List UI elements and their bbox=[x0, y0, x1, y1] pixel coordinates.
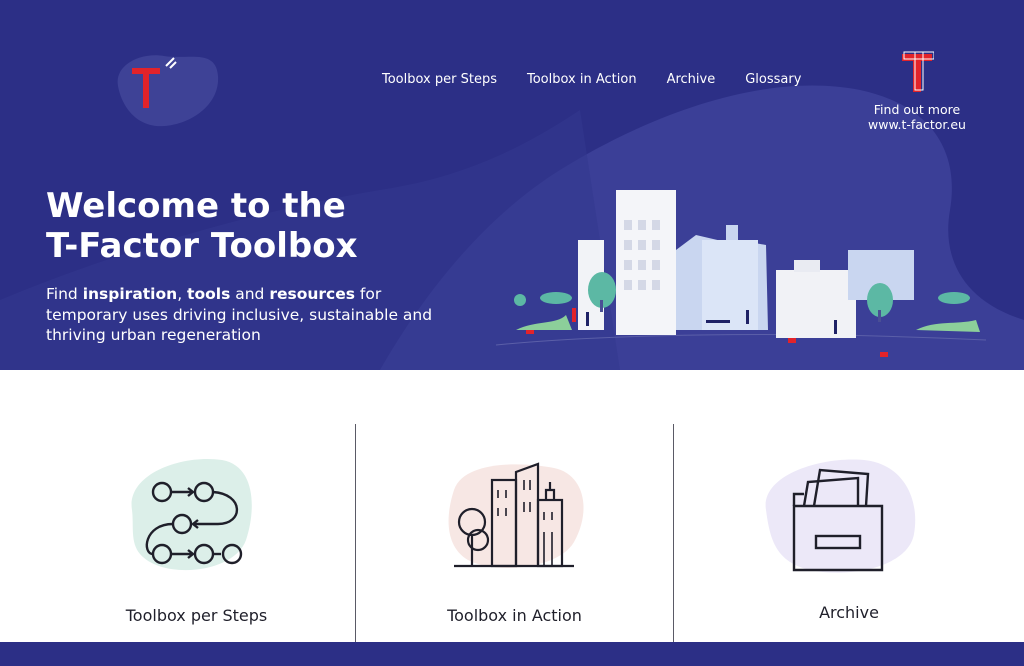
t-factor-logo[interactable] bbox=[108, 46, 220, 128]
subtitle-bold-inspiration: inspiration bbox=[82, 285, 178, 303]
buildings-icon bbox=[448, 462, 584, 568]
card-toolbox-per-steps[interactable]: Toolbox per Steps bbox=[38, 424, 356, 642]
card-label: Toolbox in Action bbox=[447, 606, 582, 625]
hero-subtitle: Find inspiration, tools and resources fo… bbox=[46, 284, 466, 346]
main-nav: Toolbox per Steps Toolbox in Action Arch… bbox=[382, 72, 831, 87]
section-cards: Toolbox per Steps Toolbox in Action Arch… bbox=[38, 424, 1024, 642]
subtitle-bold-resources: resources bbox=[269, 285, 355, 303]
page-title: Welcome to the T-Factor Toolbox bbox=[46, 186, 358, 266]
archive-box-icon bbox=[765, 459, 916, 573]
city-illustration bbox=[495, 190, 987, 357]
nav-toolbox-in-action[interactable]: Toolbox in Action bbox=[527, 72, 637, 87]
page-title-line2: T-Factor Toolbox bbox=[46, 226, 358, 266]
website-url: www.t-factor.eu bbox=[868, 117, 966, 132]
nav-glossary[interactable]: Glossary bbox=[745, 72, 801, 87]
card-archive[interactable]: Archive bbox=[674, 424, 1024, 642]
find-out-more-text: Find out more bbox=[873, 102, 961, 117]
page-title-line1: Welcome to the bbox=[46, 186, 346, 226]
subtitle-text: Find bbox=[46, 285, 83, 303]
subtitle-bold-tools: tools bbox=[187, 285, 231, 303]
nav-toolbox-per-steps[interactable]: Toolbox per Steps bbox=[382, 72, 497, 87]
card-toolbox-in-action[interactable]: Toolbox in Action bbox=[356, 424, 674, 642]
find-out-more-link[interactable]: Find out more www.t-factor.eu bbox=[850, 50, 984, 132]
hero-banner: Toolbox per Steps Toolbox in Action Arch… bbox=[0, 0, 1024, 370]
card-label: Archive bbox=[819, 603, 879, 622]
subtitle-text: and bbox=[230, 285, 270, 303]
nav-archive[interactable]: Archive bbox=[667, 72, 716, 87]
steps-flow-icon bbox=[131, 458, 252, 571]
t-factor-small-logo-icon bbox=[902, 51, 934, 92]
card-label: Toolbox per Steps bbox=[125, 606, 268, 625]
subtitle-text: , bbox=[177, 285, 188, 303]
footer-bar bbox=[0, 642, 1024, 666]
